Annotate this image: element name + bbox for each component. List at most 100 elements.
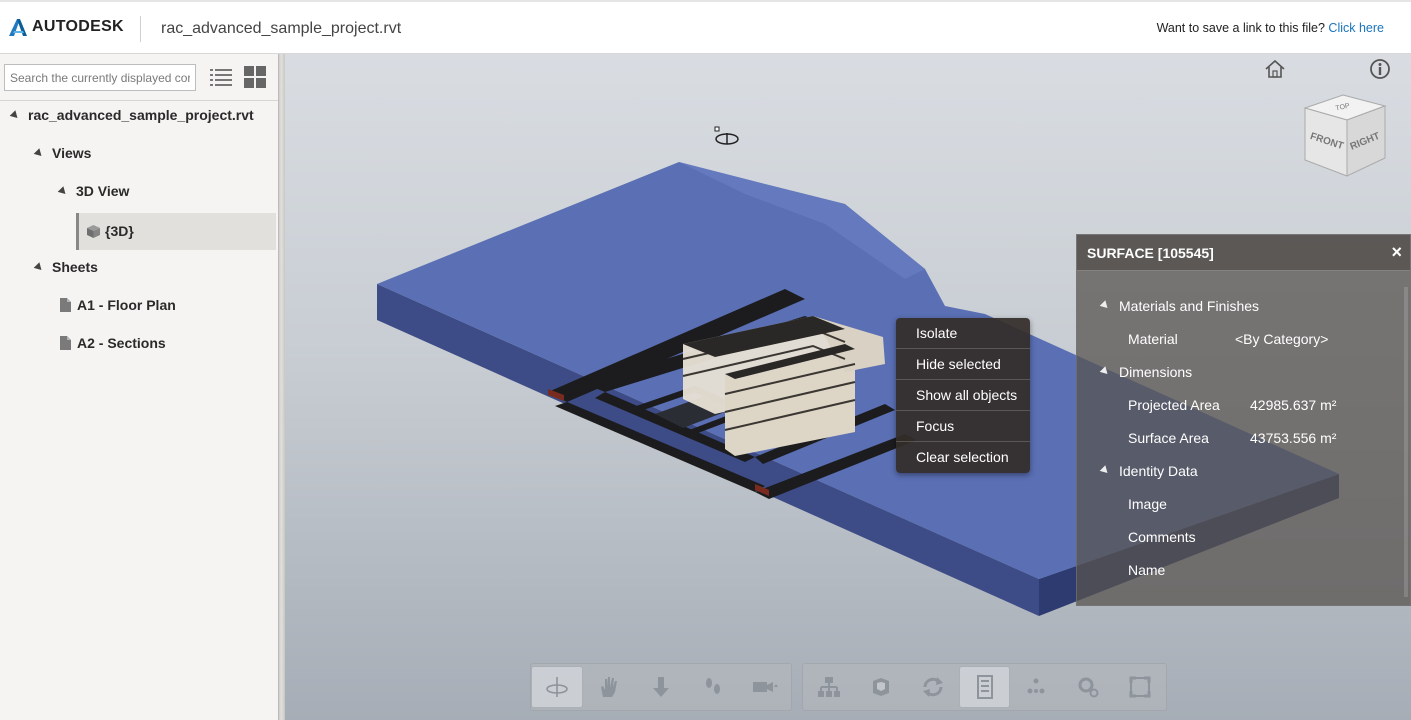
autodesk-a-icon — [9, 18, 27, 36]
expand-triangle-icon — [57, 185, 69, 197]
info-icon[interactable] — [1369, 58, 1391, 80]
home-icon[interactable] — [1264, 59, 1286, 79]
property-value: 42985.637 m² — [1250, 396, 1337, 413]
sheet-document-icon — [60, 298, 71, 312]
header-divider — [140, 16, 141, 42]
property-value: <By Category> — [1235, 330, 1329, 347]
camera-button[interactable] — [739, 666, 791, 708]
navigation-toolbar — [530, 663, 792, 711]
category-label: Materials and Finishes — [1119, 297, 1260, 314]
property-row-projected-area: Projected Area 42985.637 m² — [1077, 388, 1411, 421]
property-key: Projected Area — [1128, 396, 1220, 413]
properties-button[interactable] — [958, 666, 1011, 708]
context-menu: Isolate Hide selected Show all objects F… — [896, 318, 1030, 473]
category-identity-data[interactable]: Identity Data — [1077, 454, 1411, 487]
tree-label: 3D View — [76, 183, 130, 199]
orbit-cursor-icon — [714, 126, 739, 145]
property-key: Image — [1128, 495, 1167, 512]
model-structure-button[interactable] — [803, 666, 855, 708]
zoom-button[interactable] — [635, 666, 687, 708]
camera-icon — [753, 682, 778, 692]
tree-label: {3D} — [105, 223, 134, 239]
walk-footsteps-icon — [706, 678, 720, 694]
properties-scrollbar[interactable] — [1404, 287, 1408, 597]
settings-gear-icon — [1078, 677, 1099, 698]
collapse-triangle-icon — [1099, 300, 1111, 311]
category-label: Identity Data — [1119, 462, 1198, 479]
file-title: rac_advanced_sample_project.rvt — [161, 20, 402, 37]
sidebar-resize-handle[interactable] — [278, 54, 285, 720]
fullscreen-button[interactable] — [1114, 666, 1166, 708]
property-key: Comments — [1128, 528, 1196, 545]
pan-hand-icon — [601, 677, 617, 697]
settings-button[interactable] — [1062, 666, 1114, 708]
measure-icon — [1027, 678, 1045, 694]
tree-item-views[interactable]: Views — [33, 135, 92, 171]
property-row-surface-area: Surface Area 43753.556 m² — [1077, 421, 1411, 454]
properties-doc-icon — [976, 675, 993, 699]
zoom-arrow-icon — [653, 677, 669, 697]
save-link-prompt: Want to save a link to this file? Click … — [1157, 21, 1384, 35]
collapse-triangle-icon — [1099, 465, 1111, 476]
orbit-icon — [546, 677, 568, 697]
property-row-material: Material <By Category> — [1077, 322, 1411, 355]
pan-button[interactable] — [583, 666, 635, 708]
grid-view-button[interactable] — [244, 66, 266, 88]
tree-item-root[interactable]: rac_advanced_sample_project.rvt — [9, 97, 254, 133]
walk-button[interactable] — [687, 666, 739, 708]
brand-text: AUTODESK — [32, 18, 124, 35]
properties-title: SURFACE [105545] — [1087, 245, 1214, 261]
measure-button[interactable] — [1010, 666, 1062, 708]
property-key: Surface Area — [1128, 429, 1209, 446]
expand-triangle-icon — [9, 109, 21, 121]
app-header: AUTODESK rac_advanced_sample_project.rvt… — [0, 0, 1411, 54]
grid-icon — [244, 66, 266, 88]
fullscreen-icon — [1129, 676, 1151, 698]
menu-item-isolate[interactable]: Isolate — [896, 318, 1030, 349]
property-value: 43753.556 m² — [1250, 429, 1337, 446]
properties-panel: SURFACE [105545] × Materials and Finishe… — [1076, 234, 1411, 606]
sheet-document-icon — [60, 336, 71, 350]
menu-item-clear-selection[interactable]: Clear selection — [896, 442, 1030, 473]
tree-item-sections[interactable]: A2 - Sections — [60, 325, 166, 361]
menu-item-hide-selected[interactable]: Hide selected — [896, 349, 1030, 380]
tree-item-floor-plan[interactable]: A1 - Floor Plan — [60, 287, 176, 323]
property-key: Name — [1128, 561, 1166, 578]
save-link-text: Want to save a link to this file? — [1156, 21, 1325, 35]
tree-label: Views — [52, 145, 92, 161]
autodesk-logo: AUTODESK — [9, 18, 124, 36]
section-button[interactable] — [907, 666, 959, 708]
menu-item-show-all[interactable]: Show all objects — [896, 380, 1030, 411]
list-icon — [210, 69, 232, 86]
property-row-name: Name — [1077, 553, 1411, 586]
expand-triangle-icon — [33, 147, 45, 159]
collapse-triangle-icon — [1099, 366, 1111, 377]
property-row-comments: Comments — [1077, 520, 1411, 553]
list-view-button[interactable] — [210, 67, 232, 87]
tools-toolbar — [802, 663, 1167, 711]
tree-item-3d-view-group[interactable]: 3D View — [57, 173, 130, 209]
tree-item-sheets[interactable]: Sheets — [33, 249, 98, 285]
expand-triangle-icon — [33, 261, 45, 273]
section-refresh-icon — [922, 677, 943, 697]
viewcube-navigator[interactable]: TOP FRONT RIGHT — [1295, 92, 1395, 182]
property-row-image: Image — [1077, 487, 1411, 520]
category-materials[interactable]: Materials and Finishes — [1077, 289, 1411, 322]
category-dimensions[interactable]: Dimensions — [1077, 355, 1411, 388]
tree-item-3d[interactable]: {3D} — [87, 213, 134, 249]
tree-label: rac_advanced_sample_project.rvt — [28, 107, 254, 123]
close-button[interactable]: × — [1391, 242, 1402, 263]
search-input[interactable] — [4, 64, 196, 91]
cube-icon — [87, 224, 100, 238]
model-browser-sidebar: rac_advanced_sample_project.rvt Views 3D… — [0, 54, 278, 720]
tree-label: Sheets — [52, 259, 98, 275]
click-here-link[interactable]: Click here — [1328, 21, 1384, 35]
3d-viewport[interactable]: TOP FRONT RIGHT Isolate Hide selected Sh… — [285, 54, 1411, 720]
model-structure-icon — [817, 677, 840, 697]
property-key: Material — [1128, 330, 1178, 347]
orbit-button[interactable] — [531, 666, 583, 708]
menu-item-focus[interactable]: Focus — [896, 411, 1030, 442]
properties-header[interactable]: SURFACE [105545] × — [1077, 235, 1410, 271]
explode-icon — [872, 678, 889, 696]
explode-button[interactable] — [855, 666, 907, 708]
